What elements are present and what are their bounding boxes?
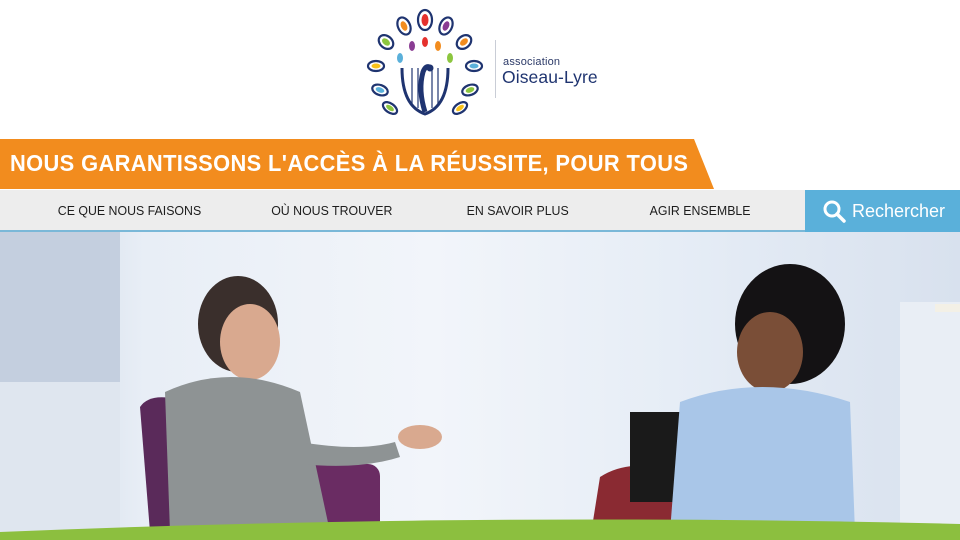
logo-name-text: Oiseau-Lyre [502,67,598,87]
search-icon [823,200,846,223]
search-button[interactable]: Rechercher [805,190,960,232]
peacock-logo-icon[interactable] [360,6,490,124]
nav-item-ou-nous-trouver[interactable]: OÙ NOUS TROUVER [271,190,392,232]
nav-item-ce-que-nous-faisons[interactable]: CE QUE NOUS FAISONS [58,190,201,232]
site-header: association Oiseau-Lyre [0,0,960,138]
logo-divider [495,40,496,98]
hero-photo [0,232,960,540]
tagline-text: NOUS GARANTISSONS L'ACCÈS À LA RÉUSSITE,… [10,150,689,176]
search-label: Rechercher [852,201,946,221]
nav-item-en-savoir-plus[interactable]: EN SAVOIR PLUS [467,190,569,232]
nav-item-agir-ensemble[interactable]: AGIR ENSEMBLE [650,190,751,232]
